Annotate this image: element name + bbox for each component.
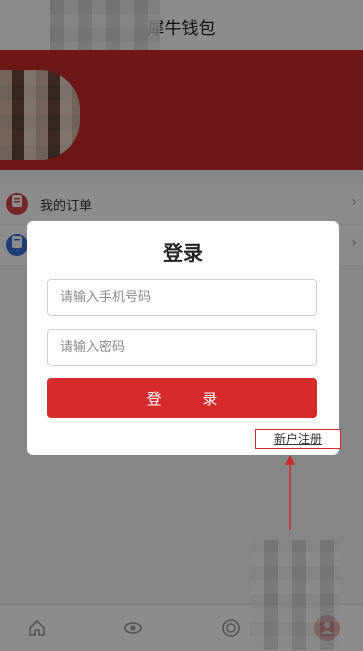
login-modal: 登录 登 录 新户注册 — [27, 221, 341, 455]
modal-title: 登录 — [163, 241, 203, 265]
register-link[interactable]: 新户注册 — [255, 429, 341, 449]
login-button[interactable]: 登 录 — [47, 378, 317, 418]
phone-input[interactable] — [47, 279, 317, 316]
password-input[interactable] — [47, 329, 317, 366]
